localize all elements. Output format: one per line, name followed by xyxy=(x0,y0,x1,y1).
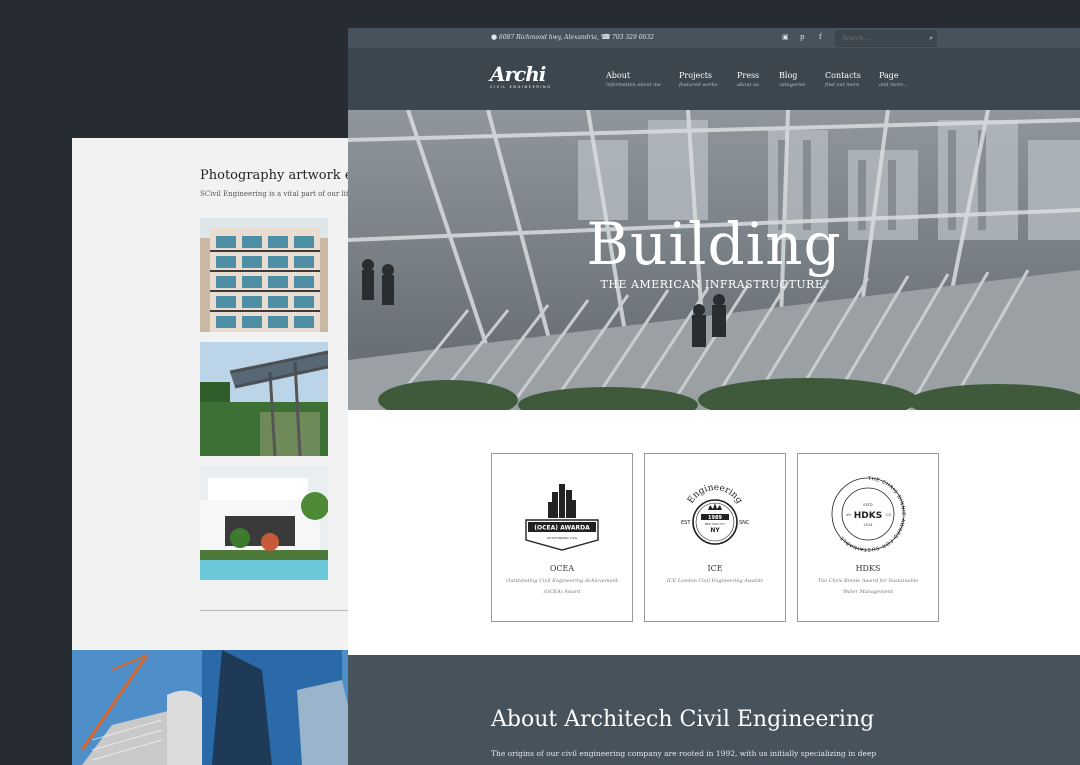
ice-emblem-arc: Engineering xyxy=(686,483,744,506)
gallery-title: Photography artwork exa xyxy=(200,168,362,183)
main-navigation: Archi CIVIL ENGINEERING About informatio… xyxy=(348,48,1080,110)
award-title: ICE xyxy=(707,564,723,573)
logo-name: Archi xyxy=(490,62,546,86)
ocea-emblem-subtext: OUTSTANDING CIVIL xyxy=(547,536,578,540)
search-icon[interactable]: ⌕ xyxy=(929,34,933,43)
award-description: The Chris Binnie Award for Sustainable W… xyxy=(817,578,919,595)
hero-subtitle: THE AMERICAN INFRASTRUCTURE. xyxy=(600,278,828,291)
award-title: HDKS xyxy=(855,564,881,573)
gallery-photo-villa[interactable] xyxy=(200,466,328,580)
about-text: The origins of our civil engineering com… xyxy=(491,749,877,758)
logo-tagline: CIVIL ENGINEERING xyxy=(490,85,552,89)
svg-text:Engineering: Engineering xyxy=(686,483,744,506)
ice-emblem-left: EST xyxy=(681,520,691,526)
hdks-emblem-est: ESTD xyxy=(863,503,873,507)
hero-title: Building xyxy=(586,210,842,278)
ocea-emblem-text: (OCEA) AWARDA xyxy=(534,525,590,532)
photo-strip xyxy=(72,650,362,765)
hdks-emblem-right: CO xyxy=(886,513,891,517)
facebook-icon[interactable]: f xyxy=(819,33,822,41)
gallery-subtitle: SCivil Engineering is a vital part of ou… xyxy=(200,190,362,198)
nav-item-page[interactable]: Page and more... xyxy=(879,71,908,88)
gallery-photo-pavilion[interactable] xyxy=(200,342,328,456)
instagram-icon[interactable]: ▣ xyxy=(782,33,789,41)
ice-emblem-abbr: NY xyxy=(710,527,720,534)
nav-item-subtitle: information about me xyxy=(606,82,661,88)
award-card-ice[interactable]: Engineering 1989 NEW YORK CITY NY EST SN… xyxy=(644,453,786,622)
award-card-hdks[interactable]: THE CHRIS BINNIE AWARD FOR SUSTAINABLE E… xyxy=(797,453,939,622)
nav-item-contacts[interactable]: Contacts find out more xyxy=(825,71,861,88)
award-card-ocea[interactable]: (OCEA) AWARDA OUTSTANDING CIVIL OCEA Out… xyxy=(491,453,633,622)
ice-emblem-city: NEW YORK CITY xyxy=(705,522,726,526)
about-section: About Architech Civil Engineering The or… xyxy=(348,655,1080,765)
nav-item-title: Press xyxy=(737,71,760,80)
ice-emblem-right: SNC xyxy=(739,520,750,526)
nav-item-blog[interactable]: Blog categories xyxy=(779,71,805,88)
phone-text: 703 329 0632 xyxy=(612,34,654,41)
hdks-emblem-left: VH xyxy=(846,513,851,517)
award-description: ICE London Civil Engineering Awards xyxy=(666,578,764,584)
nav-item-subtitle: categories xyxy=(779,82,806,88)
pinterest-icon[interactable]: p xyxy=(800,33,804,41)
hero-banner: Building THE AMERICAN INFRASTRUCTURE. xyxy=(348,110,1080,410)
nav-item-title: Contacts xyxy=(825,71,861,80)
nav-item-title: Page xyxy=(879,71,899,80)
nav-item-press[interactable]: Press about us xyxy=(737,71,759,88)
location-pin-icon: ● xyxy=(491,33,498,41)
about-heading: About Architech Civil Engineering xyxy=(491,707,875,732)
hdks-award-emblem: THE CHRIS BINNIE AWARD FOR SUSTAINABLE E… xyxy=(831,476,905,552)
background-page-preview: Photography artwork exa SCivil Engineeri… xyxy=(72,138,362,765)
hdks-emblem-year: 2014 xyxy=(864,523,874,527)
ice-award-emblem: Engineering 1989 NEW YORK CITY NY EST SN… xyxy=(681,483,750,545)
nav-item-about[interactable]: About information about me xyxy=(606,71,661,88)
nav-item-subtitle: find out more xyxy=(825,82,860,88)
divider xyxy=(200,610,362,611)
nav-item-subtitle: featured works xyxy=(679,82,718,88)
nav-item-projects[interactable]: Projects featured works xyxy=(679,71,717,88)
awards-section: (OCEA) AWARDA OUTSTANDING CIVIL OCEA Out… xyxy=(348,410,1080,655)
phone-icon: ☎ xyxy=(602,33,611,41)
website-preview: ● 6087 Richmond hwy, Alexandria, VA ☎ 70… xyxy=(348,28,1080,765)
hdks-emblem-text: HDKS xyxy=(854,511,882,521)
top-info-bar: ● 6087 Richmond hwy, Alexandria, VA ☎ 70… xyxy=(348,28,1080,48)
award-description: Outstanding Civil Engineering Achievemen… xyxy=(506,578,618,595)
nav-item-title: Blog xyxy=(779,71,798,80)
nav-item-subtitle: about us xyxy=(737,82,759,88)
ice-emblem-year: 1989 xyxy=(708,515,722,521)
address-text: 6087 Richmond hwy, Alexandria, VA xyxy=(499,34,610,41)
nav-item-title: About xyxy=(606,71,631,80)
nav-item-title: Projects xyxy=(679,71,713,80)
nav-item-subtitle: and more... xyxy=(879,82,908,88)
logo[interactable]: Archi CIVIL ENGINEERING xyxy=(490,62,552,89)
gallery-photo-apartment[interactable] xyxy=(200,218,328,332)
ocea-award-emblem: (OCEA) AWARDA OUTSTANDING CIVIL xyxy=(525,484,599,551)
search-box: ⌕ xyxy=(835,30,937,47)
search-input[interactable] xyxy=(835,30,922,47)
award-title: OCEA xyxy=(549,564,575,573)
